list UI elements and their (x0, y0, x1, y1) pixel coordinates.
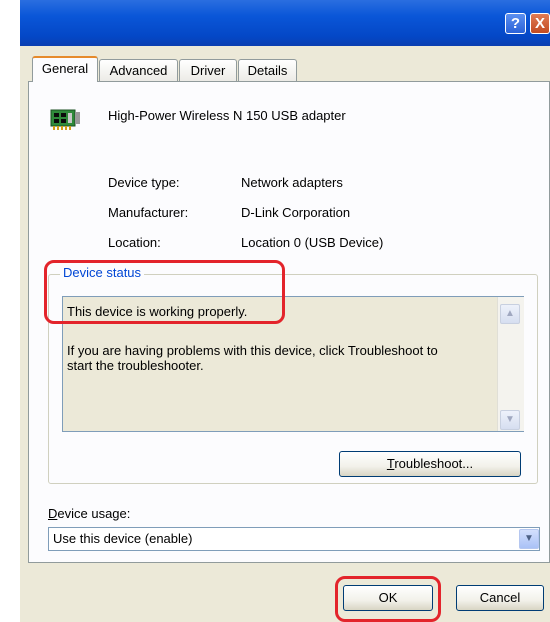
tab-driver[interactable]: Driver (179, 59, 237, 81)
status-working-text: This device is working properly. (67, 304, 248, 319)
tab-details[interactable]: Details (238, 59, 297, 81)
manufacturer-value: D-Link Corporation (241, 205, 351, 220)
ok-button[interactable]: OK (343, 585, 433, 611)
chevron-down-icon[interactable]: ▼ (519, 529, 539, 549)
device-type-label: Device type: (108, 175, 180, 190)
device-usage-hotkey: D (48, 506, 58, 521)
cancel-button[interactable]: Cancel (456, 585, 544, 611)
scroll-up-icon[interactable]: ▲ (500, 304, 520, 324)
network-adapter-icon (50, 109, 80, 130)
status-help-text-line1: If you are having problems with this dev… (67, 343, 438, 358)
location-label: Location: (108, 235, 161, 250)
troubleshoot-button[interactable]: Troubleshoot... (339, 451, 521, 477)
troubleshoot-label: roubleshoot... (394, 456, 474, 471)
status-help-text-line2: start the troubleshooter. (67, 358, 204, 373)
tab-advanced[interactable]: Advanced (99, 59, 178, 81)
device-usage-label-text: evice usage: (57, 506, 131, 521)
device-usage-label: Device usage: (48, 506, 130, 521)
manufacturer-label: Manufacturer: (108, 205, 189, 220)
title-bar (20, 0, 550, 46)
device-usage-select[interactable]: Use this device (enable) (48, 527, 540, 551)
close-button[interactable]: X (530, 13, 550, 34)
device-name: High-Power Wireless N 150 USB adapter (108, 108, 346, 123)
scroll-down-icon[interactable]: ▼ (500, 410, 520, 430)
location-value: Location 0 (USB Device) (241, 235, 384, 250)
device-status-title: Device status (60, 265, 145, 280)
tab-general[interactable]: General (32, 56, 98, 82)
device-type-value: Network adapters (241, 175, 343, 190)
help-button[interactable]: ? (505, 13, 526, 34)
